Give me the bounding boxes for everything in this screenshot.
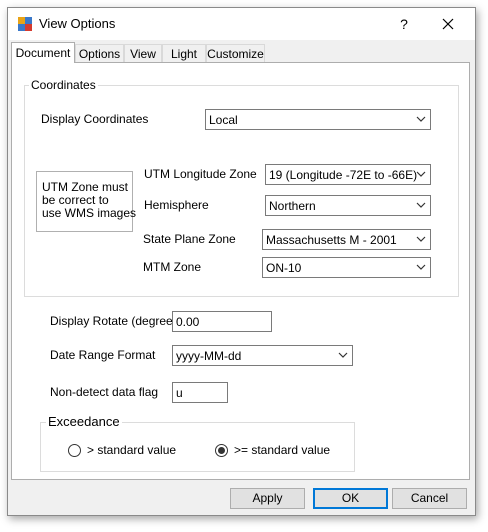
radio-greater-equal[interactable] xyxy=(215,444,228,457)
hemisphere-label: Hemisphere xyxy=(144,198,209,212)
app-icon xyxy=(18,17,32,31)
exceedance-legend: Exceedance xyxy=(46,414,122,429)
hemisphere-select[interactable]: Northern xyxy=(265,195,431,216)
cancel-button[interactable]: Cancel xyxy=(392,488,467,509)
view-options-dialog: View Options ? Document Options View Lig… xyxy=(7,7,476,516)
radio-greater-equal-label: >= standard value xyxy=(234,443,331,457)
utm-zone-note: UTM Zone must be correct to use WMS imag… xyxy=(36,171,136,232)
chevron-down-icon xyxy=(416,264,426,270)
chevron-down-icon xyxy=(416,236,426,242)
chevron-down-icon xyxy=(416,202,426,208)
display-coordinates-label: Display Coordinates xyxy=(41,112,149,126)
utm-zone-select[interactable]: 19 (Longitude -72E to -66E) xyxy=(265,164,431,185)
non-detect-label: Non-detect data flag xyxy=(50,385,159,399)
close-icon[interactable] xyxy=(428,12,468,36)
radio-greater-than-label: > standard value xyxy=(87,443,177,457)
non-detect-input[interactable]: u xyxy=(172,382,228,403)
tab-view[interactable]: View xyxy=(124,44,162,62)
apply-button[interactable]: Apply xyxy=(230,488,305,509)
chevron-down-icon xyxy=(416,116,426,122)
coordinates-group: Coordinates Display Coordinates Local UT… xyxy=(24,78,459,297)
ok-button[interactable]: OK xyxy=(313,488,388,509)
tab-light[interactable]: Light xyxy=(162,44,206,62)
tab-customize[interactable]: Customize xyxy=(206,44,265,62)
date-range-label: Date Range Format xyxy=(50,348,156,362)
title-bar: View Options ? xyxy=(8,8,475,40)
chevron-down-icon xyxy=(338,352,348,358)
coordinates-legend: Coordinates xyxy=(29,78,98,92)
window-title: View Options xyxy=(39,16,116,31)
tab-options[interactable]: Options xyxy=(75,44,124,62)
display-rotate-input[interactable]: 0.00 xyxy=(172,311,272,332)
chevron-down-icon xyxy=(416,171,426,177)
exceedance-group: Exceedance > standard value >= standard … xyxy=(40,414,355,472)
document-tab-panel: Coordinates Display Coordinates Local UT… xyxy=(11,62,470,480)
mtm-zone-select[interactable]: ON-10 xyxy=(262,257,431,278)
mtm-zone-label: MTM Zone xyxy=(143,260,202,274)
utm-zone-label: UTM Longitude Zone xyxy=(144,167,257,181)
state-plane-label: State Plane Zone xyxy=(143,232,236,246)
state-plane-select[interactable]: Massachusetts M - 2001 xyxy=(262,229,431,250)
tab-document[interactable]: Document xyxy=(11,42,75,63)
display-coordinates-select[interactable]: Local xyxy=(205,109,431,130)
radio-greater-than[interactable] xyxy=(68,444,81,457)
help-button[interactable]: ? xyxy=(388,12,420,36)
date-range-select[interactable]: yyyy-MM-dd xyxy=(172,345,353,366)
display-rotate-label: Display Rotate (degrees) xyxy=(50,314,183,328)
